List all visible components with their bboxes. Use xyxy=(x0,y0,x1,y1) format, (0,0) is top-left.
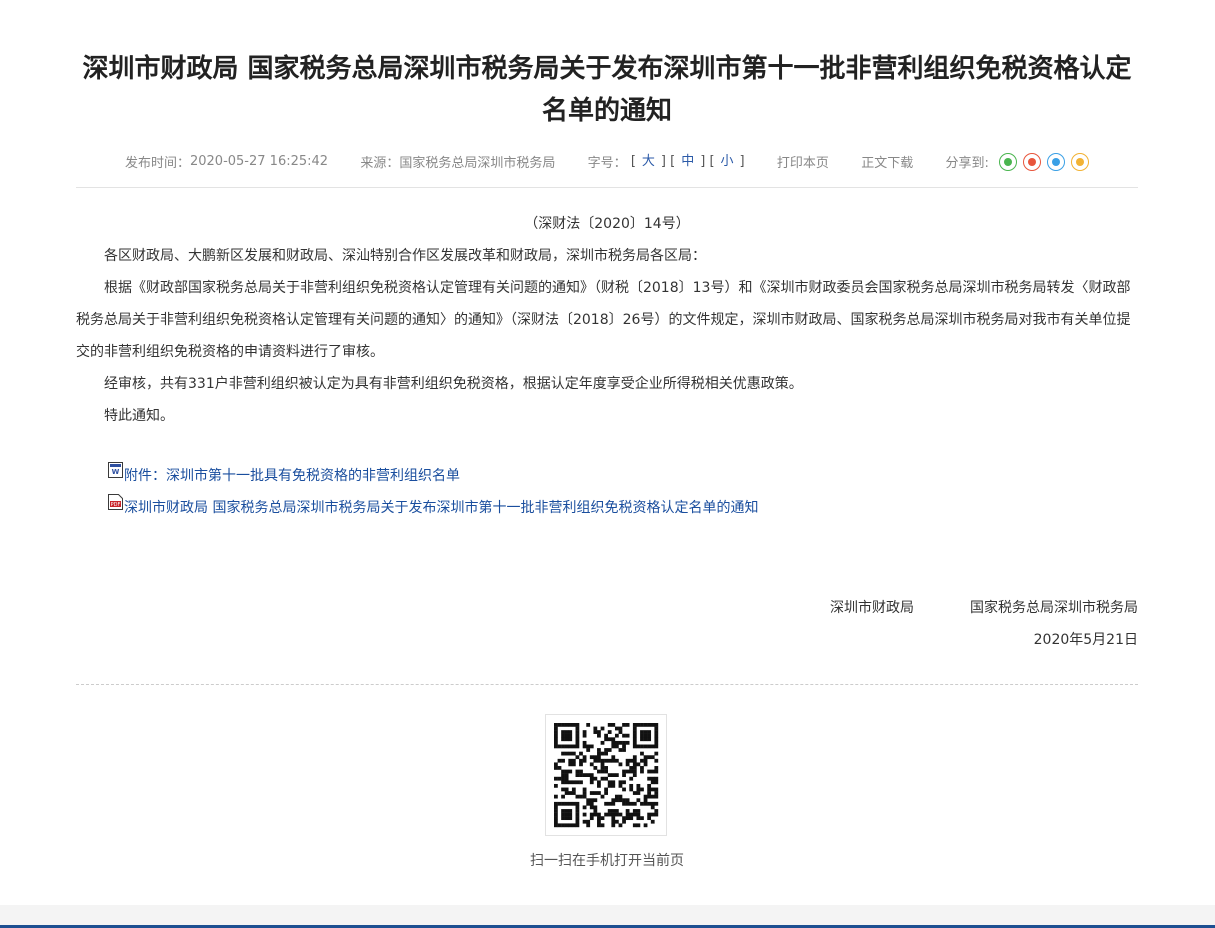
qr-caption: 扫一扫在手机打开当前页 xyxy=(530,853,684,869)
title-divider xyxy=(76,187,1138,188)
attachment-list: W 附件：深圳市第十一批具有免税资格的非营利组织名单 PDF 深圳市财政局 国家… xyxy=(108,460,758,524)
paragraph-addressees: 各区财政局、大鹏新区发展和财政局、深汕特别合作区发展改革和财政局，深圳市税务局各… xyxy=(104,248,706,264)
article-body: （深财法〔2020〕14号） 各区财政局、大鹏新区发展和财政局、深汕特别合作区发… xyxy=(76,208,1138,432)
svg-text:W: W xyxy=(112,468,120,476)
content-divider xyxy=(76,684,1138,685)
svg-text:PDF: PDF xyxy=(111,502,121,508)
weibo-share-icon[interactable] xyxy=(1023,152,1042,171)
share-label: 分享到: xyxy=(945,156,989,171)
qr-code-box xyxy=(545,714,667,836)
word-file-icon: W xyxy=(108,462,123,478)
font-size-label: 字号： xyxy=(587,156,627,171)
attachment-notice-pdf-link[interactable]: 深圳市财政局 国家税务总局深圳市税务局关于发布深圳市第十一批非营利组织免税资格认… xyxy=(124,492,758,524)
font-size-small-link[interactable]: 小 xyxy=(721,154,734,169)
page-title: 深圳市财政局 国家税务总局深圳市税务局关于发布深圳市第十一批非营利组织免税资格认… xyxy=(82,54,1132,126)
signature-block: 深圳市财政局 国家税务总局深圳市税务局 2020年5月21日 xyxy=(830,592,1138,656)
qr-code-icon xyxy=(554,723,659,828)
qzone-share-icon[interactable] xyxy=(1071,152,1090,171)
pdf-file-icon: PDF xyxy=(108,494,123,510)
font-size-large-link[interactable]: 大 xyxy=(642,154,655,169)
wechat-share-icon[interactable] xyxy=(999,152,1018,171)
qq-share-icon[interactable] xyxy=(1047,152,1066,171)
signature-org-finance: 深圳市财政局 xyxy=(830,600,914,616)
paragraph-closing: 特此通知。 xyxy=(104,408,174,424)
signature-org-tax: 国家税务总局深圳市税务局 xyxy=(970,600,1138,616)
paragraph-basis: 根据《财政部国家税务总局关于非营利组织免税资格认定管理有关问题的通知》（财税〔2… xyxy=(76,280,1131,360)
footer-bar xyxy=(0,905,1215,925)
publish-time-label: 发布时间： xyxy=(124,156,190,171)
download-link[interactable]: 正文下载 xyxy=(861,152,913,171)
source: 国家税务总局深圳市税务局 xyxy=(399,156,556,171)
article-meta: 发布时间：2020-05-27 16:25:42 来源：国家税务总局深圳市税务局… xyxy=(76,150,1138,172)
attachment-name-list-link[interactable]: 附件：深圳市第十一批具有免税资格的非营利组织名单 xyxy=(124,460,460,492)
signature-date: 2020年5月21日 xyxy=(1033,632,1138,648)
article-page: 深圳市财政局 国家税务总局深圳市税务局关于发布深圳市第十一批非营利组织免税资格认… xyxy=(0,0,1215,928)
attachment-item: PDF 深圳市财政局 国家税务总局深圳市税务局关于发布深圳市第十一批非营利组织免… xyxy=(108,492,758,524)
print-link[interactable]: 打印本页 xyxy=(777,152,829,171)
paragraph-result: 经审核，共有331户非营利组织被认定为具有非营利组织免税资格，根据认定年度享受企… xyxy=(104,376,803,392)
font-size-medium-link[interactable]: 中 xyxy=(681,154,694,169)
doc-number: （深财法〔2020〕14号） xyxy=(524,216,690,232)
attachment-item: W 附件：深圳市第十一批具有免税资格的非营利组织名单 xyxy=(108,460,758,492)
publish-time: 2020-05-27 16:25:42 xyxy=(189,154,329,169)
source-label: 来源： xyxy=(360,156,400,171)
